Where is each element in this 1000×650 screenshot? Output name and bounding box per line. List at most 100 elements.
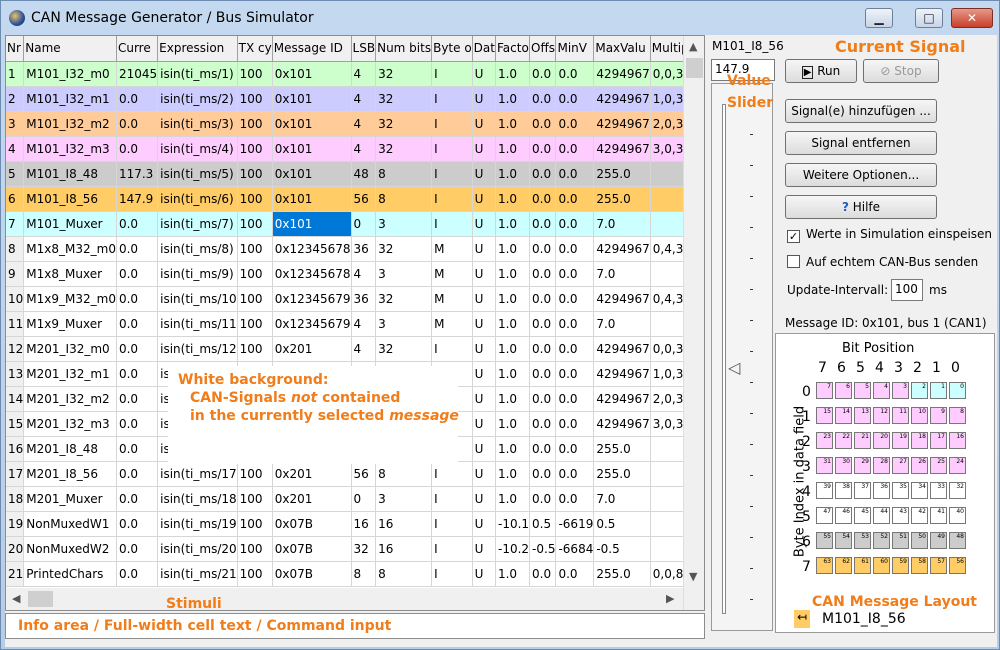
table-cell[interactable]: M101_I32_m2 — [23, 111, 117, 137]
table-cell[interactable]: 0x12345679 — [272, 286, 352, 312]
table-cell[interactable]: U — [472, 286, 496, 312]
table-cell[interactable]: U — [472, 236, 496, 262]
remove-signal-button[interactable]: Signal entfernen — [785, 131, 937, 155]
table-cell[interactable]: isin(ti_ms/17 — [157, 461, 238, 487]
table-cell[interactable]: 117.3 — [116, 161, 159, 187]
table-cell[interactable]: isin(ti_ms/1) — [157, 61, 238, 87]
table-cell[interactable]: 0.0 — [116, 211, 159, 237]
table-cell[interactable]: -10.2 — [495, 536, 531, 562]
table-cell[interactable]: 0.0 — [529, 411, 557, 437]
table-cell[interactable]: U — [472, 336, 496, 362]
table-cell[interactable]: 0.0 — [555, 86, 595, 112]
table-cell[interactable]: U — [472, 411, 496, 437]
table-cell[interactable]: M201_Muxer — [23, 486, 117, 512]
table-cell[interactable]: 0.0 — [555, 261, 595, 287]
table-cell[interactable]: 0x07B — [272, 511, 352, 537]
table-cell[interactable]: 36 — [351, 236, 377, 262]
column-header[interactable]: Expression — [157, 36, 238, 62]
table-cell[interactable]: U — [472, 511, 496, 537]
table-row[interactable]: 12 M201_I32_m0 0.0 isin(ti_ms/12 100 0x201 4 32… — [6, 336, 704, 362]
table-cell[interactable]: 1.0 — [495, 311, 531, 337]
table-cell[interactable]: 1.0 — [495, 211, 531, 237]
table-row[interactable]: 19 NonMuxedW1 0.0 isin(ti_ms/19 100 0x07B 16 16… — [6, 511, 704, 537]
table-cell[interactable]: 1.0 — [495, 61, 531, 87]
table-cell[interactable]: 1.0 — [495, 411, 531, 437]
table-cell[interactable]: 4294967 — [593, 411, 651, 437]
table-cell[interactable]: 32 — [375, 286, 433, 312]
row-number-cell[interactable]: 14 — [6, 386, 25, 412]
table-cell[interactable]: 32 — [375, 236, 433, 262]
table-cell[interactable]: 0.0 — [529, 361, 557, 387]
table-cell[interactable]: 0.5 — [529, 511, 557, 537]
table-cell[interactable]: 4294967 — [593, 61, 651, 87]
table-cell[interactable]: 1.0 — [495, 436, 531, 462]
table-row[interactable]: 3 M101_I32_m2 0.0 isin(ti_ms/3) 100 0x101 4 32 I… — [6, 111, 704, 137]
table-cell[interactable]: 0.0 — [529, 311, 557, 337]
row-number-cell[interactable]: 16 — [6, 436, 25, 462]
column-header[interactable]: Num bits — [375, 36, 433, 62]
table-cell[interactable]: 0.0 — [116, 486, 159, 512]
table-cell[interactable]: 1.0 — [495, 86, 531, 112]
row-number-cell[interactable]: 5 — [6, 161, 25, 187]
column-header[interactable]: Byte o — [431, 36, 473, 62]
table-cell[interactable]: 0.0 — [116, 336, 159, 362]
scroll-up-icon[interactable]: ▲ — [689, 40, 697, 53]
row-number-cell[interactable]: 9 — [6, 261, 25, 287]
table-cell[interactable]: 0.0 — [116, 436, 159, 462]
table-cell[interactable]: isin(ti_ms/21 — [157, 561, 238, 587]
table-cell[interactable]: 100 — [237, 136, 273, 162]
table-cell[interactable]: 0x101 — [272, 86, 352, 112]
table-row[interactable]: 4 M101_I32_m3 0.0 isin(ti_ms/4) 100 0x101 4 32 I… — [6, 136, 704, 162]
row-number-cell[interactable]: 6 — [6, 186, 25, 212]
table-cell[interactable]: I — [431, 111, 473, 137]
table-cell[interactable]: 4 — [351, 311, 377, 337]
table-cell[interactable]: M101_Muxer — [23, 211, 117, 237]
table-cell[interactable]: M1x8_M32_m0 — [23, 236, 117, 262]
table-cell[interactable]: 0x101 — [272, 61, 352, 87]
table-cell[interactable]: 0.0 — [555, 211, 595, 237]
table-cell[interactable]: 0.0 — [555, 361, 595, 387]
table-cell[interactable]: 0.0 — [116, 536, 159, 562]
table-cell[interactable]: PrintedChars — [23, 561, 117, 587]
table-cell[interactable]: 0x12345678 — [272, 236, 352, 262]
table-cell[interactable]: 16 — [351, 511, 377, 537]
table-cell[interactable]: isin(ti_ms/7) — [157, 211, 238, 237]
table-cell[interactable]: U — [472, 61, 496, 87]
table-cell[interactable]: 100 — [237, 236, 273, 262]
table-row[interactable]: 17 M201_I8_56 0.0 isin(ti_ms/17 100 0x201 56 8 I… — [6, 461, 704, 487]
table-cell[interactable]: 0.0 — [529, 436, 557, 462]
table-cell[interactable]: 100 — [237, 261, 273, 287]
row-number-cell[interactable]: 19 — [6, 511, 25, 537]
table-cell[interactable]: 4294967 — [593, 286, 651, 312]
table-cell[interactable]: M — [431, 286, 473, 312]
table-cell[interactable]: 0.0 — [555, 186, 595, 212]
table-cell[interactable]: I — [431, 61, 473, 87]
table-cell[interactable]: 21045 — [116, 61, 159, 87]
table-cell[interactable]: 255.0 — [593, 461, 651, 487]
table-cell[interactable]: 0.0 — [555, 111, 595, 137]
table-cell[interactable]: 0.0 — [555, 411, 595, 437]
row-number-cell[interactable]: 11 — [6, 311, 25, 337]
table-cell[interactable]: 0x201 — [272, 486, 352, 512]
table-cell[interactable]: M — [431, 236, 473, 262]
table-cell[interactable]: 147.9 — [116, 186, 159, 212]
table-cell[interactable]: 0.0 — [529, 286, 557, 312]
table-cell[interactable]: 1.0 — [495, 161, 531, 187]
table-cell[interactable]: isin(ti_ms/8) — [157, 236, 238, 262]
table-cell[interactable]: 100 — [237, 511, 273, 537]
table-cell[interactable]: 100 — [237, 211, 273, 237]
table-cell[interactable]: -0.5 — [529, 536, 557, 562]
table-cell[interactable]: 4294967 — [593, 136, 651, 162]
table-cell[interactable]: 0.0 — [116, 511, 159, 537]
row-number-cell[interactable]: 2 — [6, 86, 25, 112]
table-cell[interactable]: 1.0 — [495, 461, 531, 487]
column-header[interactable]: Dat — [472, 36, 496, 62]
table-cell[interactable]: 8 — [375, 186, 433, 212]
table-cell[interactable]: 4 — [351, 336, 377, 362]
column-header[interactable]: Message ID — [272, 36, 352, 62]
table-cell[interactable]: 1.0 — [495, 186, 531, 212]
grid-vertical-scrollbar[interactable]: ▲ ▼ — [683, 36, 704, 610]
table-cell[interactable]: 100 — [237, 186, 273, 212]
column-header[interactable]: Name — [23, 36, 117, 62]
table-cell[interactable]: 7.0 — [593, 486, 651, 512]
